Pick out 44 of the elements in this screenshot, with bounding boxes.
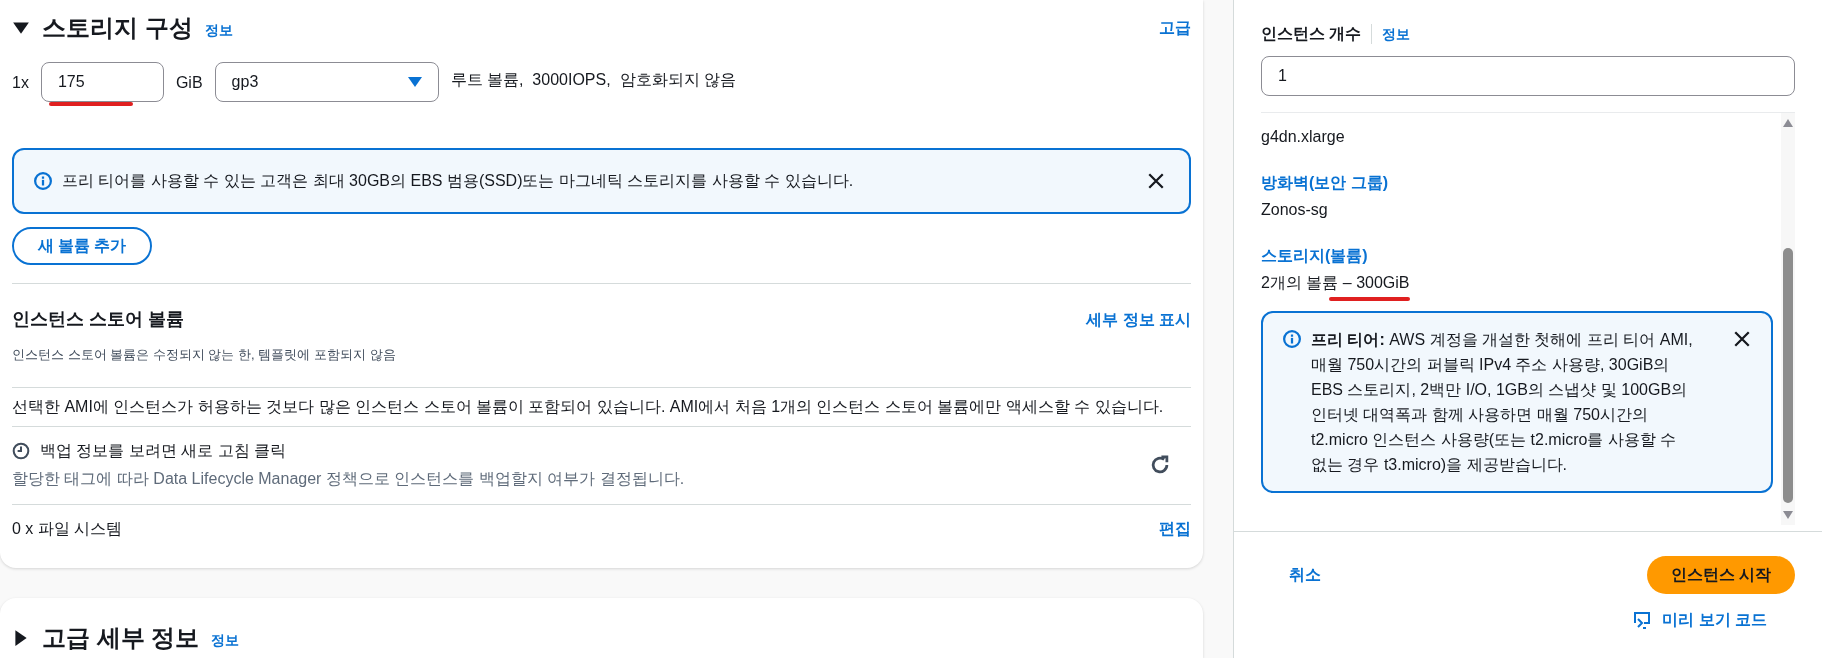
section-title: 고급 세부 정보 [42,623,200,653]
size-unit: GiB [175,73,203,93]
scroll-down-icon[interactable] [1783,511,1793,519]
close-button[interactable] [1733,330,1751,348]
info-link[interactable]: 정보 [211,629,240,651]
field-label: 인스턴스 개수 [1261,24,1362,44]
caret-down-icon [407,76,422,88]
launch-instance-button[interactable]: 인스턴스 시작 [1646,556,1795,594]
summary-value: 2개의 볼륨 – 300GiB [1261,274,1410,291]
preview-code-link[interactable]: 미리 보기 코드 [1632,608,1767,632]
clock-icon [12,442,30,460]
file-systems-label: 0 x 파일 시스템 [12,518,123,539]
close-button[interactable] [1147,172,1165,190]
summary-link[interactable]: 스토리지(볼륨) [1261,244,1773,268]
section-title: 스토리지 구성 [42,13,193,43]
info-link[interactable]: 정보 [1382,23,1411,45]
cancel-link[interactable]: 취소 [1289,563,1321,587]
add-volume-button[interactable]: 새 볼륨 추가 [12,227,152,265]
summary-value: g4dn.xlarge [1261,128,1345,145]
summary-value: Zonos-sg [1261,201,1328,218]
refresh-button[interactable] [1149,454,1171,476]
info-link[interactable]: 정보 [204,19,233,41]
subsection-description: 인스턴스 스토어 볼륨은 수정되지 않는 한, 템플릿에 포함되지 않음 [12,346,397,364]
scrollbar-thumb[interactable] [1783,248,1793,503]
alert-text: 프리 티어를 사용할 수 있는 고객은 최대 30GB의 EBS 범용(SSD)또는 마그네틱 스토리지를 사용할 수 있습니다. [62,171,855,191]
advanced-link[interactable]: 고급 [1159,16,1191,40]
volume-type-select[interactable]: gp3 [214,62,439,102]
notice-text: 선택한 AMI에 인스턴스가 허용하는 것보다 많은 인스턴스 스토어 볼륨이 포함되어 있습니다. AMI에서 처음 1개의 인스턴스 스토어 볼륨에만 액세스할 수 있습니다. [12,396,1165,417]
volume-count: 1x [12,73,29,93]
subsection-title: 인스턴스 스토어 볼륨 [12,308,184,331]
backup-description: 할당한 태그에 따라 Data Lifecycle Manager 정책으로 인스턴스를 백업할지 여부가 결정됩니다. [12,469,685,489]
code-preview-icon [1632,610,1653,630]
scrollbar[interactable] [1781,113,1795,525]
summary-link[interactable]: 방화벽(보안 그룹) [1261,171,1773,195]
alert-text: 프리 티어: AWS 계정을 개설한 첫해에 프리 티어 AMI, 매월 750시간의 퍼블릭 IPv4 주소 사용량, 30GiB의 EBS 스토리지, 2백만 I/O, 1GB의 스냅샷 및 100GB의 인터넷 대역폭과 함께 사용하면 매월 750시간의 t2.micro 인스턴스 사용량(또는 t2.micro를 사용할 수 없는 경우 t3.micro)을 제공받습니다. [1311,330,1694,475]
backup-title: 백업 정보를 보려면 새로 고침 클릭 [40,441,287,461]
scroll-up-icon[interactable] [1783,119,1793,127]
instance-count-field[interactable]: 1 [1261,56,1795,96]
info-icon [1283,330,1301,348]
show-details-link[interactable]: 세부 정보 표시 [1086,307,1191,332]
edit-link[interactable]: 편집 [1159,516,1191,541]
volume-description: 루트 볼륨, 3000IOPS, 암호화되지 않음 [450,70,736,90]
info-icon [34,172,52,190]
size-input-field[interactable]: 175 [40,62,164,102]
